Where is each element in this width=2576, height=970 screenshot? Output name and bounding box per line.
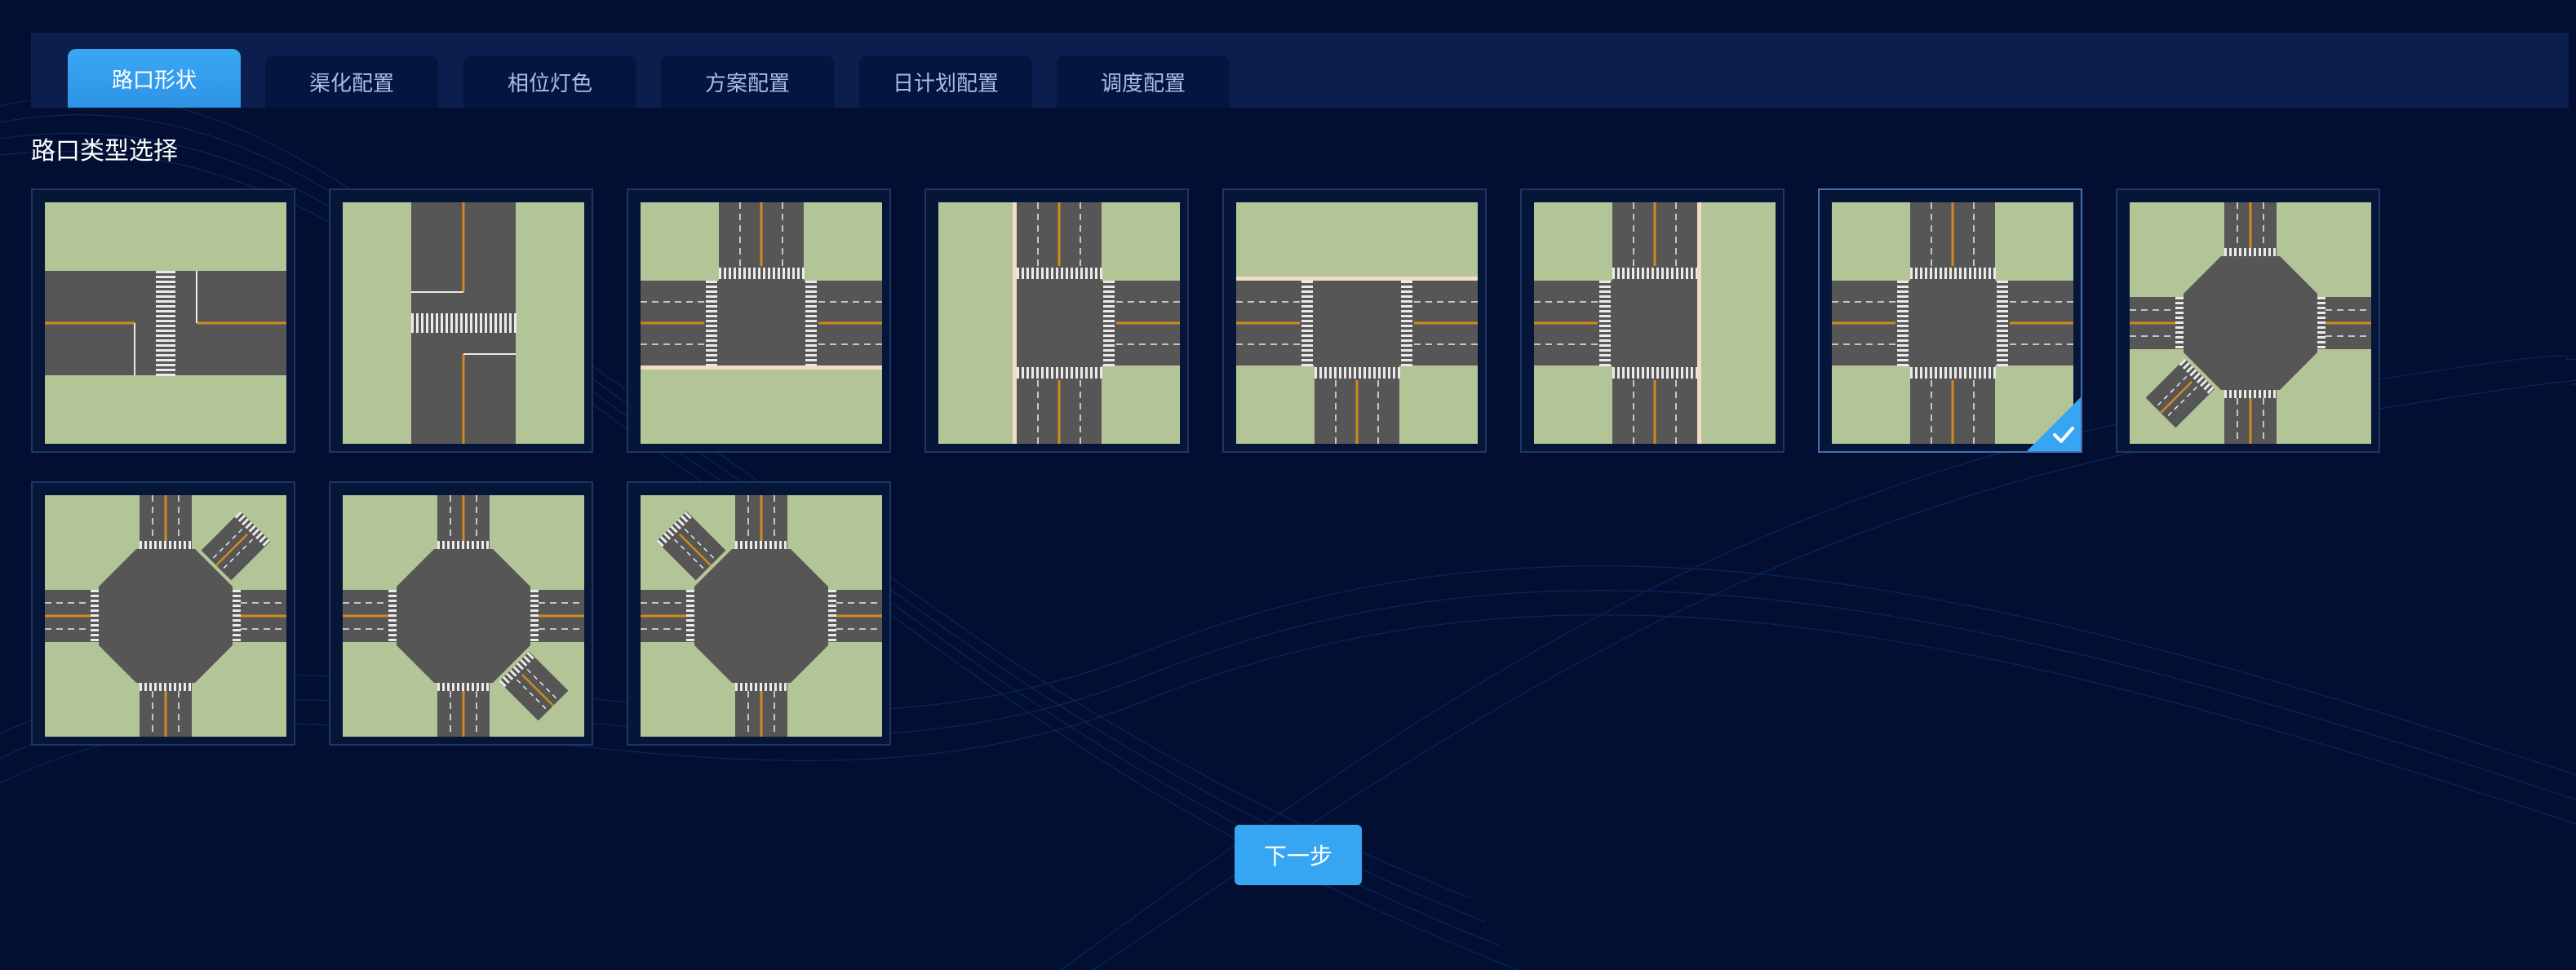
intersection-type-crossroads[interactable] xyxy=(1818,188,2082,453)
intersection-type-octagon-five-way-southeast[interactable] xyxy=(329,481,593,746)
tab-bar: 路口形状 渠化配置 相位灯色 方案配置 日计划配置 调度配置 xyxy=(31,33,2569,108)
next-step-button[interactable]: 下一步 xyxy=(1235,825,1362,885)
intersection-type-t-junction-no-south[interactable] xyxy=(627,188,891,453)
intersection-thumbnail xyxy=(938,202,1180,444)
intersection-thumbnail xyxy=(1534,202,1776,444)
intersection-type-t-junction-no-north[interactable] xyxy=(1222,188,1487,453)
intersection-thumbnail xyxy=(1236,202,1478,444)
intersection-thumbnail xyxy=(343,202,584,444)
intersection-thumbnail xyxy=(343,495,584,737)
intersection-type-t-junction-no-east[interactable] xyxy=(1520,188,1785,453)
intersection-type-straight-vertical[interactable] xyxy=(329,188,593,453)
tab-schedule-config[interactable]: 调度配置 xyxy=(1057,55,1230,108)
page: 路口形状 渠化配置 相位灯色 方案配置 日计划配置 调度配置 路口类型选择 下一… xyxy=(0,0,2576,970)
intersection-type-octagon-five-way-northeast[interactable] xyxy=(31,481,295,746)
intersection-thumbnail xyxy=(45,495,286,737)
section-title: 路口类型选择 xyxy=(31,137,178,166)
intersection-thumbnail xyxy=(641,495,882,737)
tab-day-plan-config[interactable]: 日计划配置 xyxy=(859,55,1032,108)
tab-intersection-shape[interactable]: 路口形状 xyxy=(68,49,241,108)
intersection-type-straight-horizontal[interactable] xyxy=(31,188,295,453)
intersection-type-octagon-five-way-northwest[interactable] xyxy=(627,481,891,746)
intersection-thumbnail xyxy=(2130,202,2371,444)
intersection-type-t-junction-no-west[interactable] xyxy=(924,188,1189,453)
selected-check-icon xyxy=(2027,397,2081,451)
intersection-thumbnail xyxy=(641,202,882,444)
tab-plan-config[interactable]: 方案配置 xyxy=(661,55,834,108)
tab-phase-light-color[interactable]: 相位灯色 xyxy=(463,55,636,108)
tab-channelization-config[interactable]: 渠化配置 xyxy=(265,55,438,108)
intersection-thumbnail xyxy=(45,202,286,444)
intersection-type-octagon-five-way-southwest[interactable] xyxy=(2116,188,2380,453)
